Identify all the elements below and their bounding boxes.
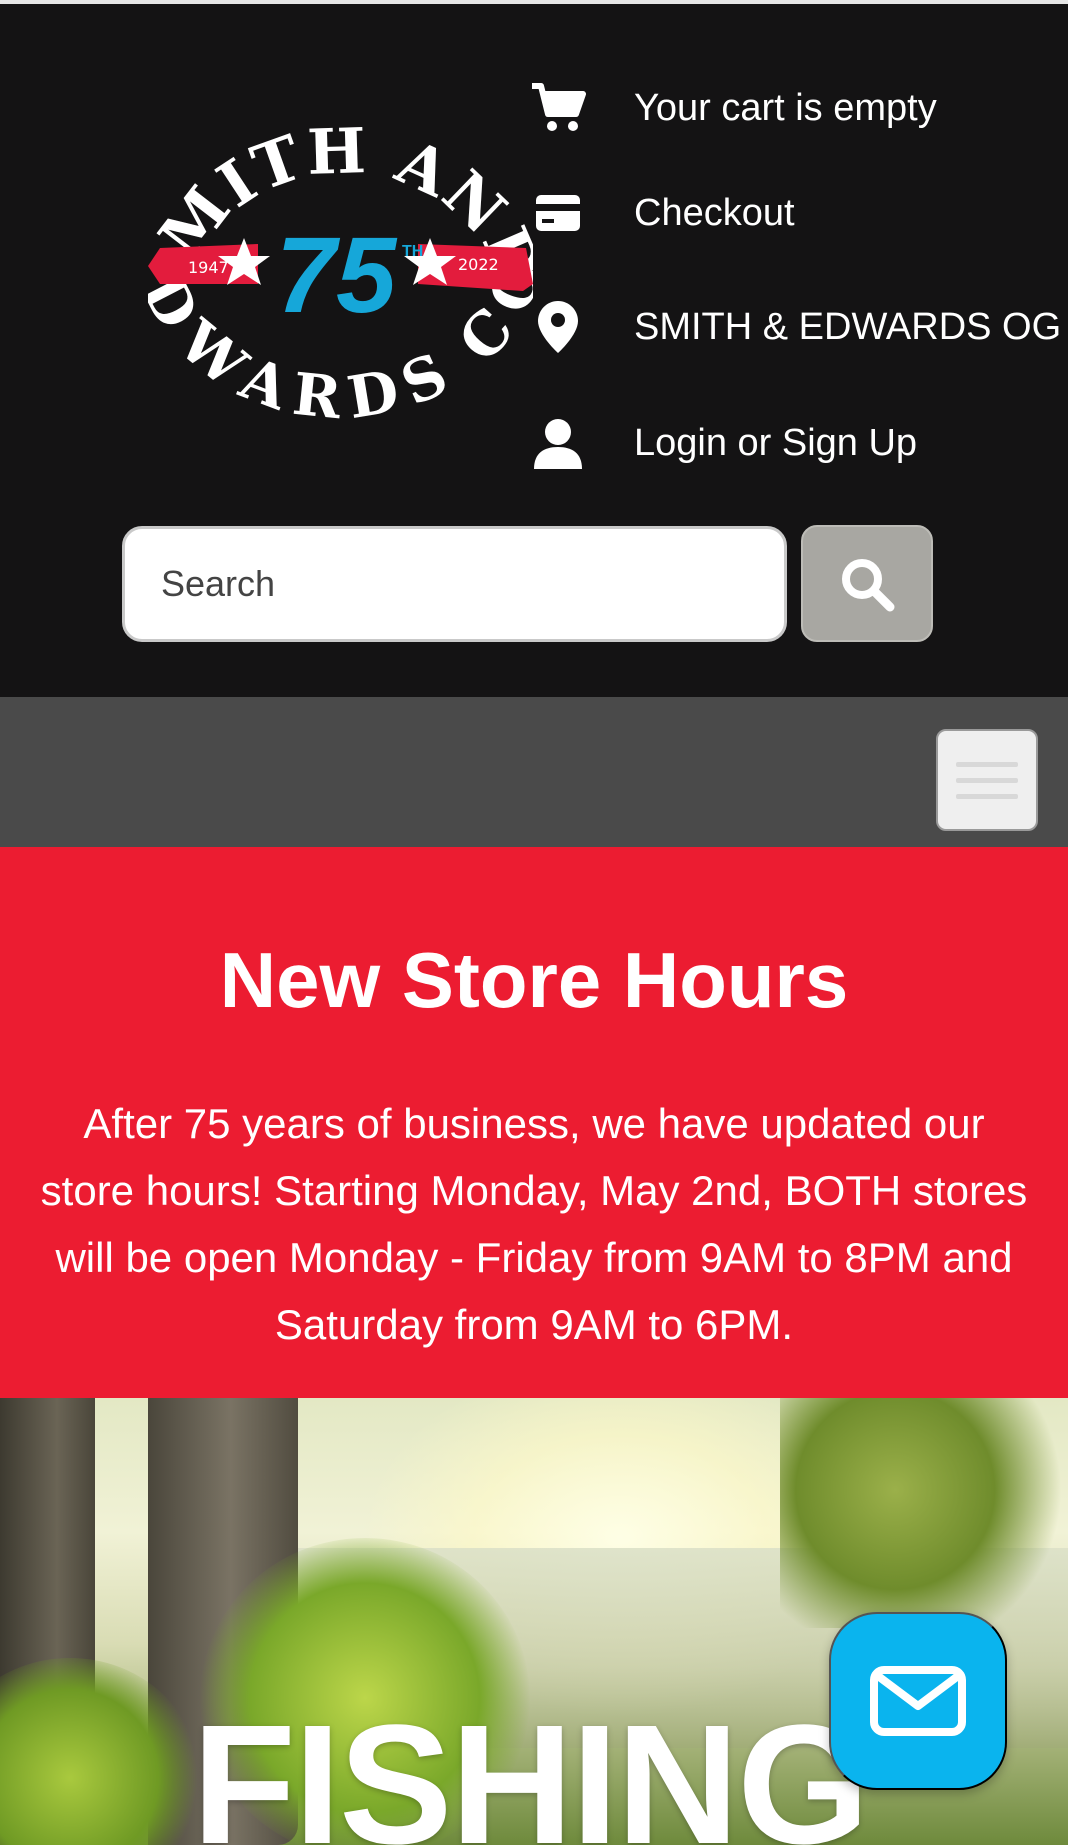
logo-th: TH [402, 243, 423, 260]
search-input[interactable] [161, 529, 761, 639]
hero-trees [780, 1398, 1068, 1628]
store-hours-announcement: New Store Hours After 75 years of busine… [0, 847, 1068, 1398]
hamburger-menu-icon [956, 761, 1018, 767]
logo-75: 75 [276, 214, 398, 335]
checkout-label[interactable]: Checkout [634, 191, 795, 235]
nav-bar [0, 697, 1068, 847]
account-link[interactable]: Login or Sign Up [530, 408, 917, 478]
smith-and-edwards-75th-logo: SMITH AND EDWARDS CO. 1947 2022 75 TH [125, 58, 555, 432]
site-logo[interactable]: SMITH AND EDWARDS CO. 1947 2022 75 TH [125, 58, 555, 432]
cart-label[interactable]: Your cart is empty [634, 86, 937, 130]
logo-year-start: 1947 [188, 258, 229, 277]
chat-button[interactable] [829, 1612, 1007, 1790]
credit-card-icon [530, 185, 586, 241]
account-label[interactable]: Login or Sign Up [634, 421, 917, 465]
map-pin-icon [530, 299, 586, 355]
search-icon [842, 558, 895, 611]
cart-link[interactable]: Your cart is empty [530, 73, 937, 143]
search-button[interactable] [801, 525, 933, 642]
logo-year-end: 2022 [458, 255, 499, 274]
user-icon [530, 415, 586, 471]
store-label[interactable]: SMITH & EDWARDS OG [634, 305, 1061, 349]
announcement-body: After 75 years of business, we have upda… [40, 1100, 1028, 1348]
search-box [122, 526, 787, 642]
store-link[interactable]: SMITH & EDWARDS OG [530, 292, 1061, 362]
announcement-title: New Store Hours [219, 936, 849, 1024]
menu-toggle-button[interactable] [936, 729, 1038, 831]
checkout-link[interactable]: Checkout [530, 178, 795, 248]
site-header: SMITH AND EDWARDS CO. 1947 2022 75 TH [0, 4, 1068, 697]
envelope-icon [870, 1666, 966, 1736]
cart-icon [530, 80, 586, 136]
hero-title: FISHING [192, 1690, 869, 1845]
